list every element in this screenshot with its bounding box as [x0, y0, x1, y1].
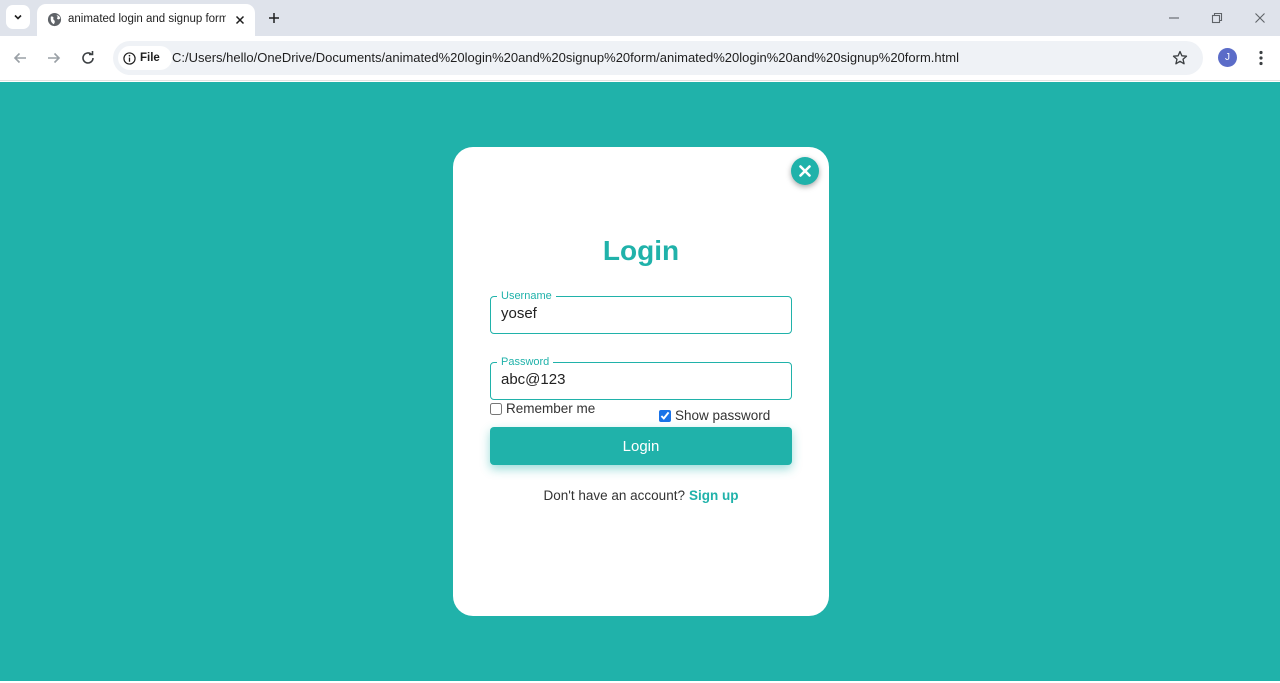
address-bar[interactable]: File C:/Users/hello/OneDrive/Documents/a… [113, 41, 1203, 75]
arrow-right-icon [48, 52, 61, 64]
arrow-left-icon [13, 52, 26, 64]
chevron-down-icon [14, 14, 22, 20]
plus-icon [269, 13, 279, 23]
remember-me-checkbox[interactable] [490, 402, 502, 415]
restore-icon [1211, 12, 1223, 24]
forward-button[interactable] [42, 46, 66, 70]
show-password-option[interactable]: Show password [659, 408, 770, 423]
signup-link[interactable]: Sign up [689, 488, 739, 503]
tab-title: animated login and signup form [68, 13, 226, 25]
signup-prompt: Don't have an account? Sign up [453, 488, 829, 503]
remember-me-option[interactable]: Remember me [490, 401, 595, 416]
show-password-checkbox[interactable] [659, 409, 671, 422]
remember-me-label: Remember me [506, 401, 596, 416]
reload-button[interactable] [76, 46, 100, 70]
minimize-button[interactable] [1164, 8, 1184, 28]
restore-button[interactable] [1207, 8, 1227, 28]
more-vertical-icon [1259, 50, 1263, 66]
bookmark-button[interactable] [1170, 48, 1190, 68]
url-text[interactable]: C:/Users/hello/OneDrive/Documents/animat… [172, 50, 959, 65]
username-input[interactable] [501, 305, 781, 322]
browser-tab-strip: animated login and signup form [0, 0, 1280, 36]
back-button[interactable] [8, 46, 32, 70]
close-icon [1255, 13, 1265, 23]
show-password-label: Show password [675, 408, 771, 423]
form-title: Login [602, 235, 680, 266]
tab-close-button[interactable] [231, 11, 249, 29]
window-close-button[interactable] [1250, 8, 1270, 28]
globe-icon [47, 12, 62, 27]
minimize-icon [1169, 17, 1179, 19]
close-icon [235, 15, 245, 25]
info-icon [123, 51, 136, 65]
login-card: Login Username Password Remember me Show… [453, 147, 829, 616]
site-info-chip[interactable]: File [118, 46, 172, 70]
tab-search-button[interactable] [6, 5, 30, 29]
page-background: Login Username Password Remember me Show… [0, 82, 1280, 681]
new-tab-button[interactable] [264, 8, 284, 28]
password-label: Password [497, 355, 554, 369]
site-info-label: File [140, 52, 160, 64]
password-field: Password [490, 355, 792, 400]
browser-toolbar: File C:/Users/hello/OneDrive/Documents/a… [0, 36, 1280, 81]
signup-prompt-text: Don't have an account? [543, 488, 685, 503]
password-input[interactable] [501, 371, 781, 388]
browser-tab[interactable]: animated login and signup form [37, 4, 255, 36]
profile-avatar[interactable]: J [1218, 48, 1237, 67]
reload-icon [82, 51, 94, 64]
star-icon [1172, 50, 1188, 65]
username-field: Username [490, 289, 792, 334]
close-icon [799, 165, 811, 177]
close-form-button[interactable] [791, 157, 819, 185]
username-label: Username [497, 289, 556, 303]
browser-menu-button[interactable] [1250, 46, 1272, 70]
login-button[interactable]: Login [490, 427, 792, 465]
